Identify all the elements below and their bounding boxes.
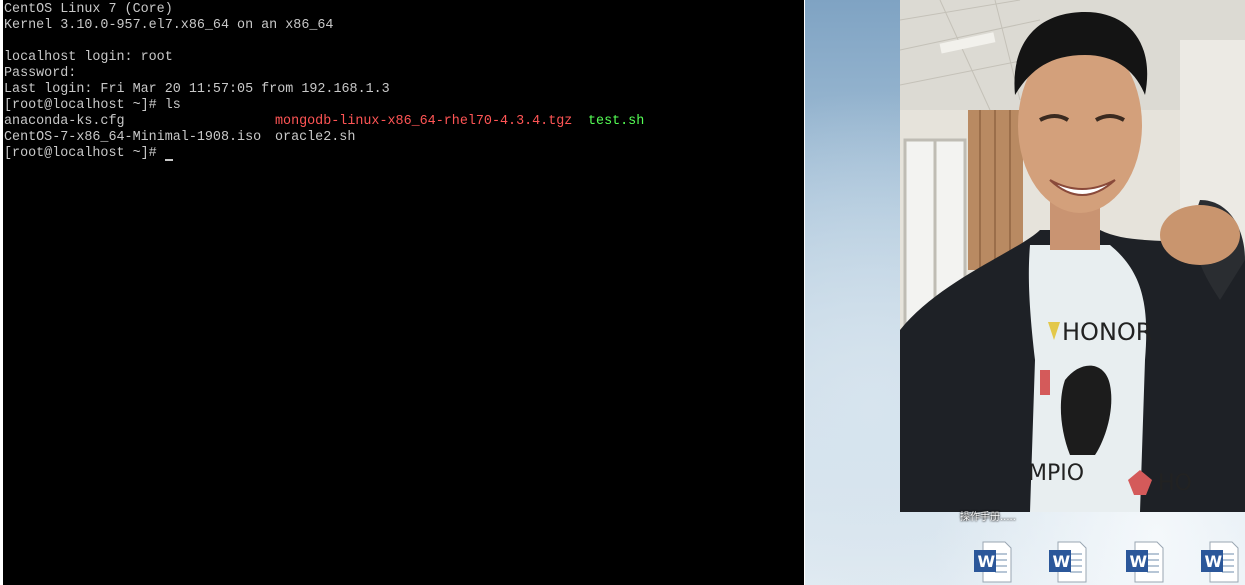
terminal-console[interactable]: CentOS Linux 7 (Core) Kernel 3.10.0-957.…: [3, 0, 804, 585]
desktop-icon-caption[interactable]: 操作手册.....: [960, 508, 1016, 523]
word-document-icon[interactable]: W: [973, 540, 1013, 584]
svg-text:W: W: [978, 552, 996, 571]
file-anaconda-cfg: anaconda-ks.cfg: [4, 114, 125, 129]
text-cursor: [165, 159, 173, 161]
command-prompt-line[interactable]: [root@localhost ~]#: [4, 146, 804, 162]
ls-output-row: anaconda-ks.cfg mongodb-linux-x86_64-rhe…: [4, 114, 804, 130]
video-frame-image: HONOR MPIO HO: [900, 0, 1245, 512]
shell-prompt: [root@localhost ~]#: [4, 146, 157, 161]
terminal-line: [root@localhost ~]# ls: [4, 98, 181, 113]
file-centos-iso: CentOS-7-x86_64-Minimal-1908.iso: [4, 130, 262, 145]
svg-text:MPIO: MPIO: [1028, 461, 1084, 486]
word-document-icon[interactable]: W: [1125, 540, 1165, 584]
file-mongodb-archive: mongodb-linux-x86_64-rhel70-4.3.4.tgz: [275, 114, 573, 129]
svg-text:W: W: [1053, 552, 1071, 571]
svg-text:HO: HO: [1158, 471, 1192, 496]
svg-text:W: W: [1130, 552, 1148, 571]
terminal-line: Password:: [4, 66, 77, 81]
word-document-icon[interactable]: W: [1048, 540, 1088, 584]
svg-text:W: W: [1205, 552, 1223, 571]
terminal-line: CentOS Linux 7 (Core): [4, 2, 173, 17]
svg-text:HONOR: HONOR: [1062, 318, 1152, 346]
file-test-script: test.sh: [588, 114, 645, 129]
terminal-line: localhost login: root: [4, 50, 173, 65]
desktop-background: HONOR MPIO HO 操作手册..... W W W W: [805, 0, 1245, 585]
video-call-window[interactable]: HONOR MPIO HO: [900, 0, 1245, 512]
ls-output-row: CentOS-7-x86_64-Minimal-1908.iso oracle2…: [4, 130, 804, 146]
terminal-line: Last login: Fri Mar 20 11:57:05 from 192…: [4, 82, 390, 97]
word-document-icon[interactable]: W: [1200, 540, 1240, 584]
terminal-line: Kernel 3.10.0-957.el7.x86_64 on an x86_6…: [4, 18, 334, 33]
file-oracle-script: oracle2.sh: [275, 130, 356, 145]
